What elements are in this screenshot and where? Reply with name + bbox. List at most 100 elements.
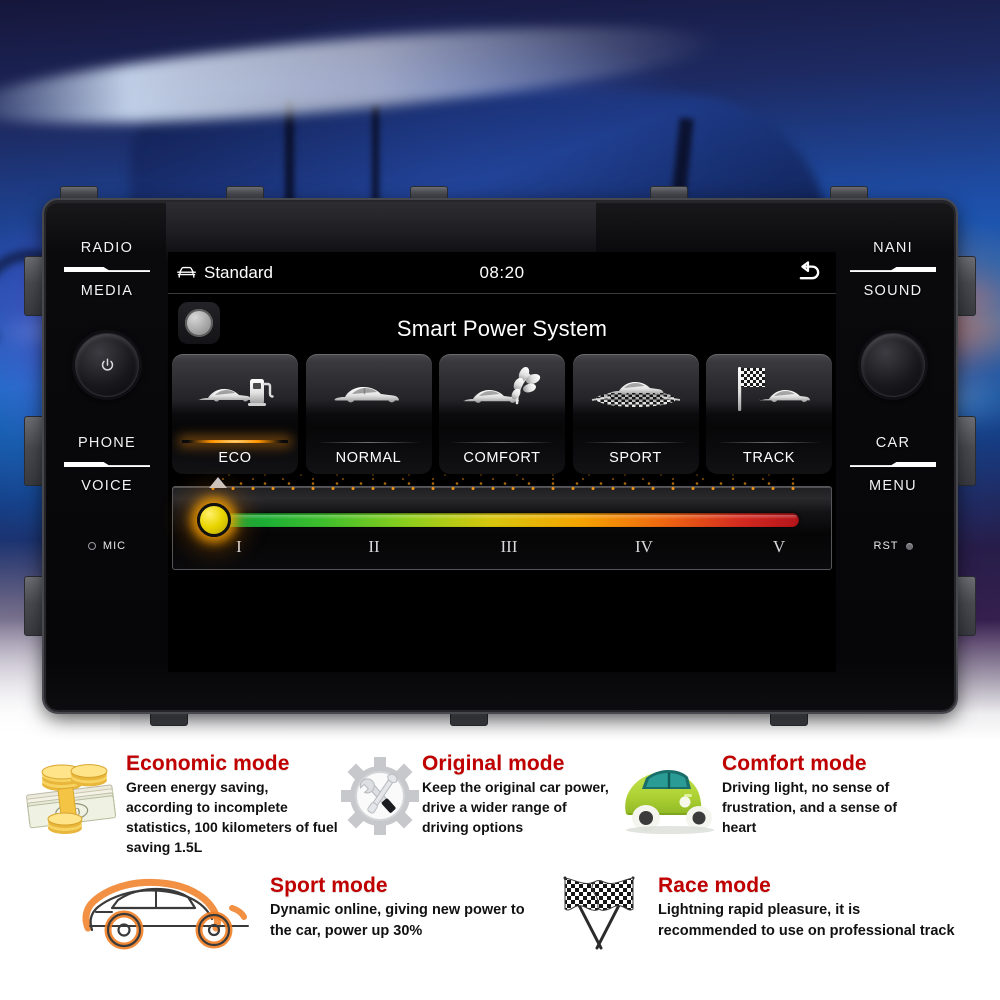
menu-key[interactable]: MENU <box>869 478 917 494</box>
sport-divider <box>582 442 689 443</box>
mount-clip-left-2 <box>24 416 46 486</box>
mode-tile-comfort[interactable]: COMFORT <box>439 354 565 474</box>
drive-mode-list: ECO NORMAL COMFORT SPORT TRACK <box>168 354 836 474</box>
home-button-icon <box>185 309 213 337</box>
tick-1[interactable]: I <box>219 537 259 557</box>
mode-label-sport: SPORT <box>609 450 662 466</box>
sport-text: Sport mode Dynamic online, giving new po… <box>270 870 540 942</box>
money-stack-icon: 100 <box>14 748 126 844</box>
clock: 08:20 <box>479 262 525 282</box>
sound-key[interactable]: SOUND <box>864 283 923 299</box>
sport-icon-area <box>573 354 699 428</box>
info-card-economic: 100 Economic mode Green energy saving, a… <box>14 748 338 858</box>
tick-2[interactable]: II <box>354 537 394 557</box>
tune-knob[interactable] <box>861 333 925 397</box>
car-race-flag-icon <box>738 367 810 411</box>
info-card-race: Race mode Lightning rapid pleasure, it i… <box>540 870 958 956</box>
power-volume-knob[interactable] <box>75 333 139 397</box>
voice-key[interactable]: VOICE <box>81 478 133 494</box>
info-card-comfort: Comfort mode Driving light, no sense of … <box>614 748 902 858</box>
normal-icon-area <box>306 354 432 428</box>
mode-label-comfort: COMFORT <box>463 450 541 466</box>
original-title: Original mode <box>422 752 565 775</box>
reset-label: RST <box>873 540 899 552</box>
mode-tile-normal[interactable]: NORMAL <box>305 354 432 474</box>
mount-clip-right-1 <box>954 256 976 316</box>
reset-pinhole-icon[interactable] <box>905 542 913 550</box>
info-card-sport: Sport mode Dynamic online, giving new po… <box>70 870 540 956</box>
track-divider <box>716 442 822 443</box>
normal-divider <box>315 442 422 443</box>
mount-tab-bottom-1 <box>150 710 188 726</box>
mode-label-eco: ECO <box>218 450 252 466</box>
back-button[interactable] <box>795 258 824 288</box>
mount-clip-left-3 <box>24 576 46 636</box>
race-desc: Lightning rapid pleasure, it is recommen… <box>658 901 955 939</box>
head-unit-bezel: RADIO MEDIA PHONE VOICE MIC NANI SOUND C… <box>44 200 956 712</box>
car-leaf-icon <box>463 367 541 405</box>
mic-label: MIC <box>102 540 127 552</box>
eco-icon-area <box>172 354 298 428</box>
info-row-bottom: Sport mode Dynamic online, giving new po… <box>0 858 1000 956</box>
comfort-title: Comfort mode <box>722 752 867 775</box>
perspective-dot-grid <box>199 473 811 491</box>
profile-label: Standard <box>204 262 273 282</box>
power-icon <box>101 358 113 371</box>
phone-key[interactable]: PHONE <box>78 435 136 451</box>
car-front-icon <box>177 266 196 278</box>
slider-track[interactable] <box>219 513 799 527</box>
race-title: Race mode <box>658 873 771 897</box>
gear-tools-icon <box>338 748 422 844</box>
crossed-checkered-flags-icon <box>540 870 658 956</box>
power-level-slider-panel[interactable]: I II III IV V <box>172 474 832 570</box>
original-desc: Keep the original car power, drive a wid… <box>422 779 609 835</box>
info-card-original: Original mode Keep the original car powe… <box>338 748 614 858</box>
mode-tile-track[interactable]: TRACK <box>706 354 832 474</box>
slider-thumb[interactable] <box>197 503 231 537</box>
mount-tab-bottom-3 <box>770 710 808 726</box>
orange-sportscar-sketch-icon <box>70 870 270 956</box>
reset-indicator[interactable]: RST <box>874 540 913 552</box>
microphone-indicator: MIC <box>87 540 127 552</box>
mode-tile-eco[interactable]: ECO <box>172 354 298 474</box>
nani-sound-key-slot[interactable] <box>850 267 936 272</box>
car-fuel-pump-icon <box>198 379 274 406</box>
infotainment-screen[interactable]: Standard 08:20 Smart Power System ECO NO… <box>168 252 836 672</box>
car-key[interactable]: CAR <box>876 435 911 451</box>
comfort-desc: Driving light, no sense of frustration, … <box>722 779 898 835</box>
original-text: Original mode Keep the original car powe… <box>422 748 614 838</box>
mount-tab-bottom-2 <box>450 710 488 726</box>
comfort-divider <box>449 442 555 443</box>
mic-dot-icon <box>87 542 96 550</box>
nani-key[interactable]: NANI <box>873 240 913 256</box>
mount-clip-right-2 <box>954 416 976 486</box>
media-key[interactable]: MEDIA <box>81 283 133 299</box>
comfort-text: Comfort mode Driving light, no sense of … <box>722 748 902 838</box>
tick-3[interactable]: III <box>489 537 529 557</box>
mode-tile-sport[interactable]: SPORT <box>572 354 699 474</box>
profile-indicator[interactable]: Standard <box>168 263 273 283</box>
economic-text: Economic mode Green energy saving, accor… <box>126 748 338 858</box>
page-title: Smart Power System <box>396 316 608 341</box>
sport-title: Sport mode <box>270 873 388 897</box>
radio-media-key-slot[interactable] <box>64 267 150 272</box>
screen-home-button[interactable] <box>178 302 220 344</box>
green-car-icon <box>614 748 722 844</box>
car-head-unit: RADIO MEDIA PHONE VOICE MIC NANI SOUND C… <box>24 186 976 726</box>
slider-position-marker <box>209 477 227 488</box>
slider-tick-labels: I II III IV V <box>219 537 799 557</box>
radio-key[interactable]: RADIO <box>81 240 133 256</box>
tick-4[interactable]: IV <box>624 537 664 557</box>
car-menu-key-slot[interactable] <box>850 462 936 467</box>
mode-label-track: TRACK <box>742 450 796 466</box>
comfort-icon-area <box>439 354 565 428</box>
economic-desc: Green energy saving, according to incomp… <box>126 779 338 855</box>
car-icon <box>334 387 399 403</box>
car-checkered-icon <box>591 382 680 407</box>
right-key-column: NANI SOUND CAR MENU RST <box>832 202 954 710</box>
tick-5[interactable]: V <box>759 537 799 557</box>
race-text: Race mode Lightning rapid pleasure, it i… <box>658 870 958 942</box>
left-key-column: RADIO MEDIA PHONE VOICE MIC <box>46 202 168 710</box>
eco-active-glow <box>182 440 288 443</box>
phone-voice-key-slot[interactable] <box>64 462 150 467</box>
